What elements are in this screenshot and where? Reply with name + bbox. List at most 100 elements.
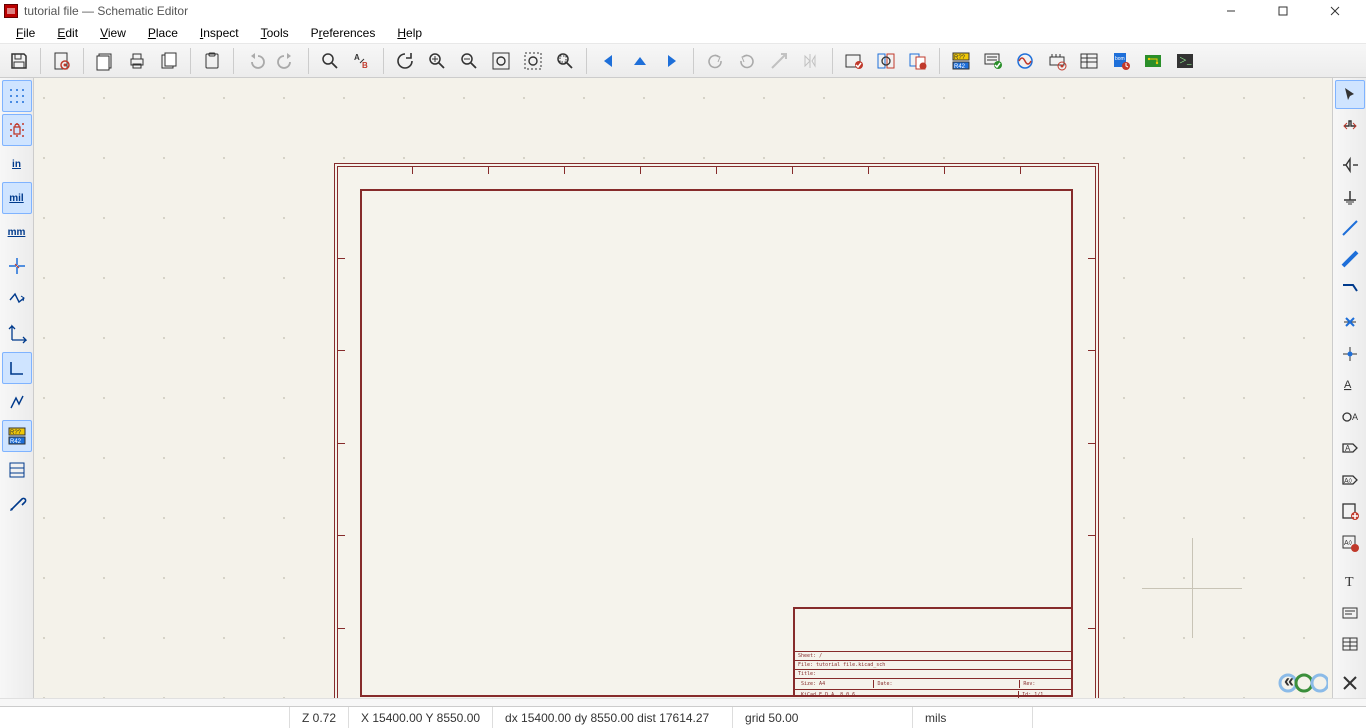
svg-text:B: B — [362, 61, 368, 70]
inspect-button[interactable] — [871, 47, 901, 75]
hier-label-button[interactable]: A◊ — [1335, 465, 1365, 494]
redo-button[interactable] — [272, 47, 302, 75]
add-wire-button[interactable] — [1335, 213, 1365, 242]
svg-text:R??: R?? — [10, 430, 22, 436]
diff-button[interactable] — [903, 47, 933, 75]
free-angle-button[interactable] — [2, 284, 32, 316]
svg-text:R??: R?? — [954, 55, 966, 61]
add-sheet-button[interactable] — [1335, 496, 1365, 525]
status-grid[interactable]: grid 50.00 — [733, 707, 913, 728]
watermark-icon — [1278, 670, 1328, 696]
toolbar-top: AB R?? R42 bom ＞_ — [0, 44, 1366, 78]
rotate-ccw-button[interactable] — [700, 47, 730, 75]
svg-text:R42: R42 — [10, 439, 22, 445]
status-zoom: Z 0.72 — [290, 707, 349, 728]
text-button[interactable]: T — [1335, 567, 1365, 596]
units-mil-button[interactable]: mil — [2, 182, 32, 214]
open-pcb-button[interactable] — [1138, 47, 1168, 75]
menu-preferences[interactable]: Preferences — [301, 24, 386, 42]
tb-file: File: tutorial file.kicad_sch — [795, 660, 1071, 669]
navigate-back-button[interactable] — [593, 47, 623, 75]
tb-id: Id: 1/1 — [1018, 691, 1068, 698]
navigate-forward-button[interactable] — [657, 47, 687, 75]
print-button[interactable] — [122, 47, 152, 75]
close-button[interactable] — [1320, 6, 1350, 16]
select-tool-button[interactable] — [1335, 80, 1365, 109]
status-units[interactable]: mils — [913, 707, 1033, 728]
svg-text:A◊: A◊ — [1344, 478, 1353, 485]
coords-button[interactable] — [2, 386, 32, 418]
no-connect-button[interactable] — [1335, 308, 1365, 337]
find-button[interactable] — [315, 47, 345, 75]
zoom-selection-button[interactable] — [550, 47, 580, 75]
menu-inspect[interactable]: Inspect — [190, 24, 249, 42]
maximize-button[interactable] — [1268, 6, 1298, 16]
plot-button[interactable] — [154, 47, 184, 75]
add-power-button[interactable] — [1335, 182, 1365, 211]
sync-sheet-pins-button[interactable]: A◊ — [1335, 528, 1365, 557]
properties-button[interactable] — [2, 488, 32, 520]
hidden-pins-button[interactable]: R?? R42 — [2, 420, 32, 452]
zoom-in-button[interactable] — [422, 47, 452, 75]
units-in-button[interactable]: in — [2, 148, 32, 180]
canvas[interactable]: Sheet: / File: tutorial file.kicad_sch T… — [34, 78, 1332, 698]
bom-button[interactable]: bom — [1106, 47, 1136, 75]
tb-size: Size: A4 — [798, 680, 873, 688]
show-grid-button[interactable] — [2, 80, 32, 112]
rotate-cw-button[interactable] — [732, 47, 762, 75]
coord-origin-button[interactable] — [2, 318, 32, 350]
erc-tool-button[interactable] — [978, 47, 1008, 75]
message-panel — [0, 698, 1366, 706]
menu-file[interactable]: File — [6, 24, 45, 42]
junction-button[interactable] — [1335, 339, 1365, 368]
netclass-directive-button[interactable]: A — [1335, 402, 1365, 431]
delete-button[interactable] — [1335, 669, 1365, 698]
erc-button[interactable] — [839, 47, 869, 75]
svg-text:R42: R42 — [954, 64, 966, 70]
symbol-fields-button[interactable] — [1074, 47, 1104, 75]
assign-footprints-button[interactable] — [1042, 47, 1072, 75]
net-label-button[interactable]: A — [1335, 371, 1365, 400]
leave-sheet-button[interactable] — [764, 47, 794, 75]
status-dxy: dx 15400.00 dy 8550.00 dist 17614.27 — [493, 707, 733, 728]
undo-button[interactable] — [240, 47, 270, 75]
find-replace-button[interactable]: AB — [347, 47, 377, 75]
add-symbol-button[interactable] — [1335, 150, 1365, 179]
global-label-button[interactable]: A — [1335, 433, 1365, 462]
zoom-out-button[interactable] — [454, 47, 484, 75]
annotate-button[interactable]: R?? R42 — [946, 47, 976, 75]
simulator-button[interactable] — [1010, 47, 1040, 75]
navigate-up-button[interactable] — [625, 47, 655, 75]
textbox-button[interactable] — [1335, 598, 1365, 627]
save-button[interactable] — [4, 47, 34, 75]
units-mm-button[interactable]: mm — [2, 216, 32, 248]
fields-ref-button[interactable] — [2, 454, 32, 486]
grid-overrides-button[interactable] — [2, 114, 32, 146]
scripting-console-button[interactable]: ＞_ — [1170, 47, 1200, 75]
mirror-button[interactable] — [796, 47, 826, 75]
menu-place[interactable]: Place — [138, 24, 188, 42]
menu-help[interactable]: Help — [387, 24, 432, 42]
orthogonal-button[interactable] — [2, 352, 32, 384]
menubar: File Edit View Place Inspect Tools Prefe… — [0, 22, 1366, 44]
drawing-sheet: Sheet: / File: tutorial file.kicad_sch T… — [334, 163, 1099, 698]
highlight-net-button[interactable] — [1335, 111, 1365, 140]
table-button[interactable] — [1335, 630, 1365, 659]
crosshair-button[interactable] — [2, 250, 32, 282]
minimize-button[interactable] — [1216, 6, 1246, 16]
menu-edit[interactable]: Edit — [47, 24, 88, 42]
menu-view[interactable]: View — [90, 24, 136, 42]
paste-button[interactable] — [197, 47, 227, 75]
svg-text:A: A — [1345, 444, 1351, 453]
svg-text:A: A — [354, 53, 360, 62]
zoom-fit-button[interactable] — [486, 47, 516, 75]
add-bus-button[interactable] — [1335, 245, 1365, 274]
bus-entry-button[interactable] — [1335, 276, 1365, 305]
schematic-setup-button[interactable] — [47, 47, 77, 75]
menu-tools[interactable]: Tools — [251, 24, 299, 42]
refresh-button[interactable] — [390, 47, 420, 75]
zoom-objects-button[interactable] — [518, 47, 548, 75]
svg-text:T: T — [1345, 575, 1354, 590]
tb-date: Date: — [873, 680, 1019, 688]
page-settings-button[interactable] — [90, 47, 120, 75]
